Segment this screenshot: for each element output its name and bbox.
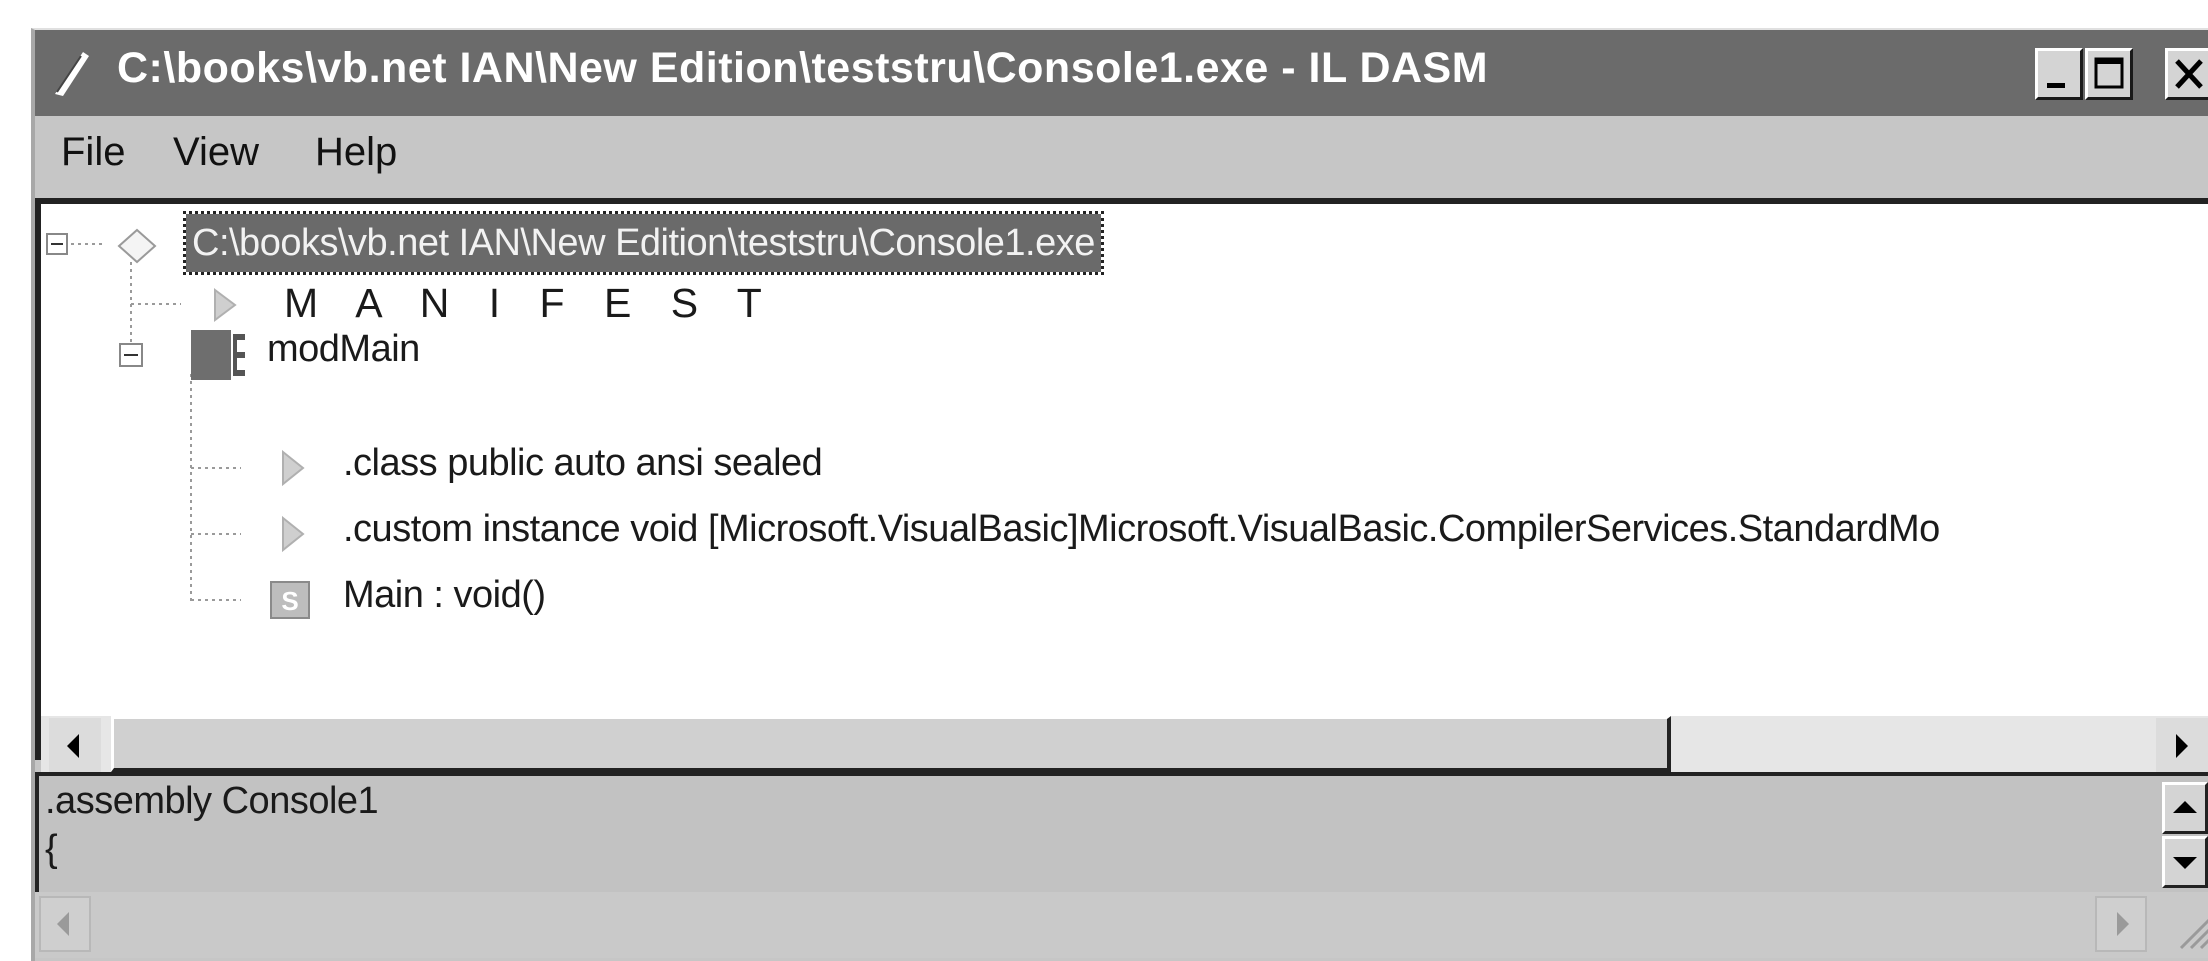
tree-scroll-thumb[interactable] [111, 716, 1671, 772]
triangle-icon [282, 515, 305, 553]
code-line: .assembly Console1 [45, 780, 379, 822]
triangle-icon [282, 449, 305, 487]
minimize-button[interactable] [2035, 48, 2083, 100]
scroll-down-button[interactable] [2162, 836, 2208, 888]
root-collapse-toggle[interactable] [46, 233, 68, 255]
tree-item-main-method[interactable]: Main : void() [343, 574, 546, 617]
tree-item-modmain[interactable]: modMain [267, 328, 420, 371]
svg-text:S: S [281, 586, 298, 616]
arrow-down-icon [2173, 857, 2197, 869]
tree-item-class-decl[interactable]: .class public auto ansi sealed [343, 442, 823, 485]
minimize-icon [2047, 83, 2065, 88]
tree-item-custom-attribute[interactable]: .custom instance void [Microsoft.VisualB… [343, 508, 1940, 551]
scroll-left-button-disabled[interactable] [39, 896, 91, 952]
scroll-up-button[interactable] [2162, 782, 2208, 834]
arrow-right-icon [2176, 734, 2188, 758]
maximize-button[interactable] [2085, 48, 2133, 100]
menu-bar: File View Help [35, 116, 2208, 182]
module-collapse-toggle[interactable] [119, 343, 143, 367]
code-line: { [45, 828, 58, 870]
scroll-right-button[interactable] [2156, 718, 2208, 774]
arrow-right-icon [2117, 912, 2129, 936]
close-icon [2175, 59, 2203, 89]
maximize-icon [2094, 57, 2124, 89]
class-icon [191, 330, 245, 380]
static-method-icon: S [270, 581, 310, 619]
scroll-left-button[interactable] [49, 718, 101, 774]
resize-grip-icon[interactable] [2171, 908, 2208, 952]
assembly-diamond-icon [117, 228, 157, 264]
tree-horizontal-scrollbar[interactable] [41, 716, 2208, 778]
ildasm-app-icon [55, 52, 89, 96]
window-title: C:\books\vb.net IAN\New Edition\teststru… [117, 44, 1489, 92]
ildasm-window: C:\books\vb.net IAN\New Edition\teststru… [31, 28, 2208, 961]
il-text-pane[interactable]: .assembly Console1 { [35, 772, 2208, 892]
tree-root-assembly[interactable]: C:\books\vb.net IAN\New Edition\teststru… [183, 211, 1104, 275]
arrow-left-icon [67, 734, 79, 758]
scroll-right-button-disabled[interactable] [2095, 896, 2147, 952]
tree-item-manifest[interactable]: M A N I F E S T [284, 280, 776, 327]
arrow-up-icon [2173, 801, 2197, 813]
menu-file[interactable]: File [61, 130, 125, 175]
arrow-left-icon [57, 912, 69, 936]
title-bar[interactable]: C:\books\vb.net IAN\New Edition\teststru… [35, 30, 2208, 116]
triangle-icon [214, 288, 237, 322]
close-button[interactable] [2165, 48, 2208, 100]
tree-view[interactable]: C:\books\vb.net IAN\New Edition\teststru… [35, 198, 2208, 778]
text-horizontal-scrollbar[interactable] [35, 892, 2208, 958]
menu-help[interactable]: Help [315, 130, 397, 175]
menu-view[interactable]: View [173, 130, 259, 175]
